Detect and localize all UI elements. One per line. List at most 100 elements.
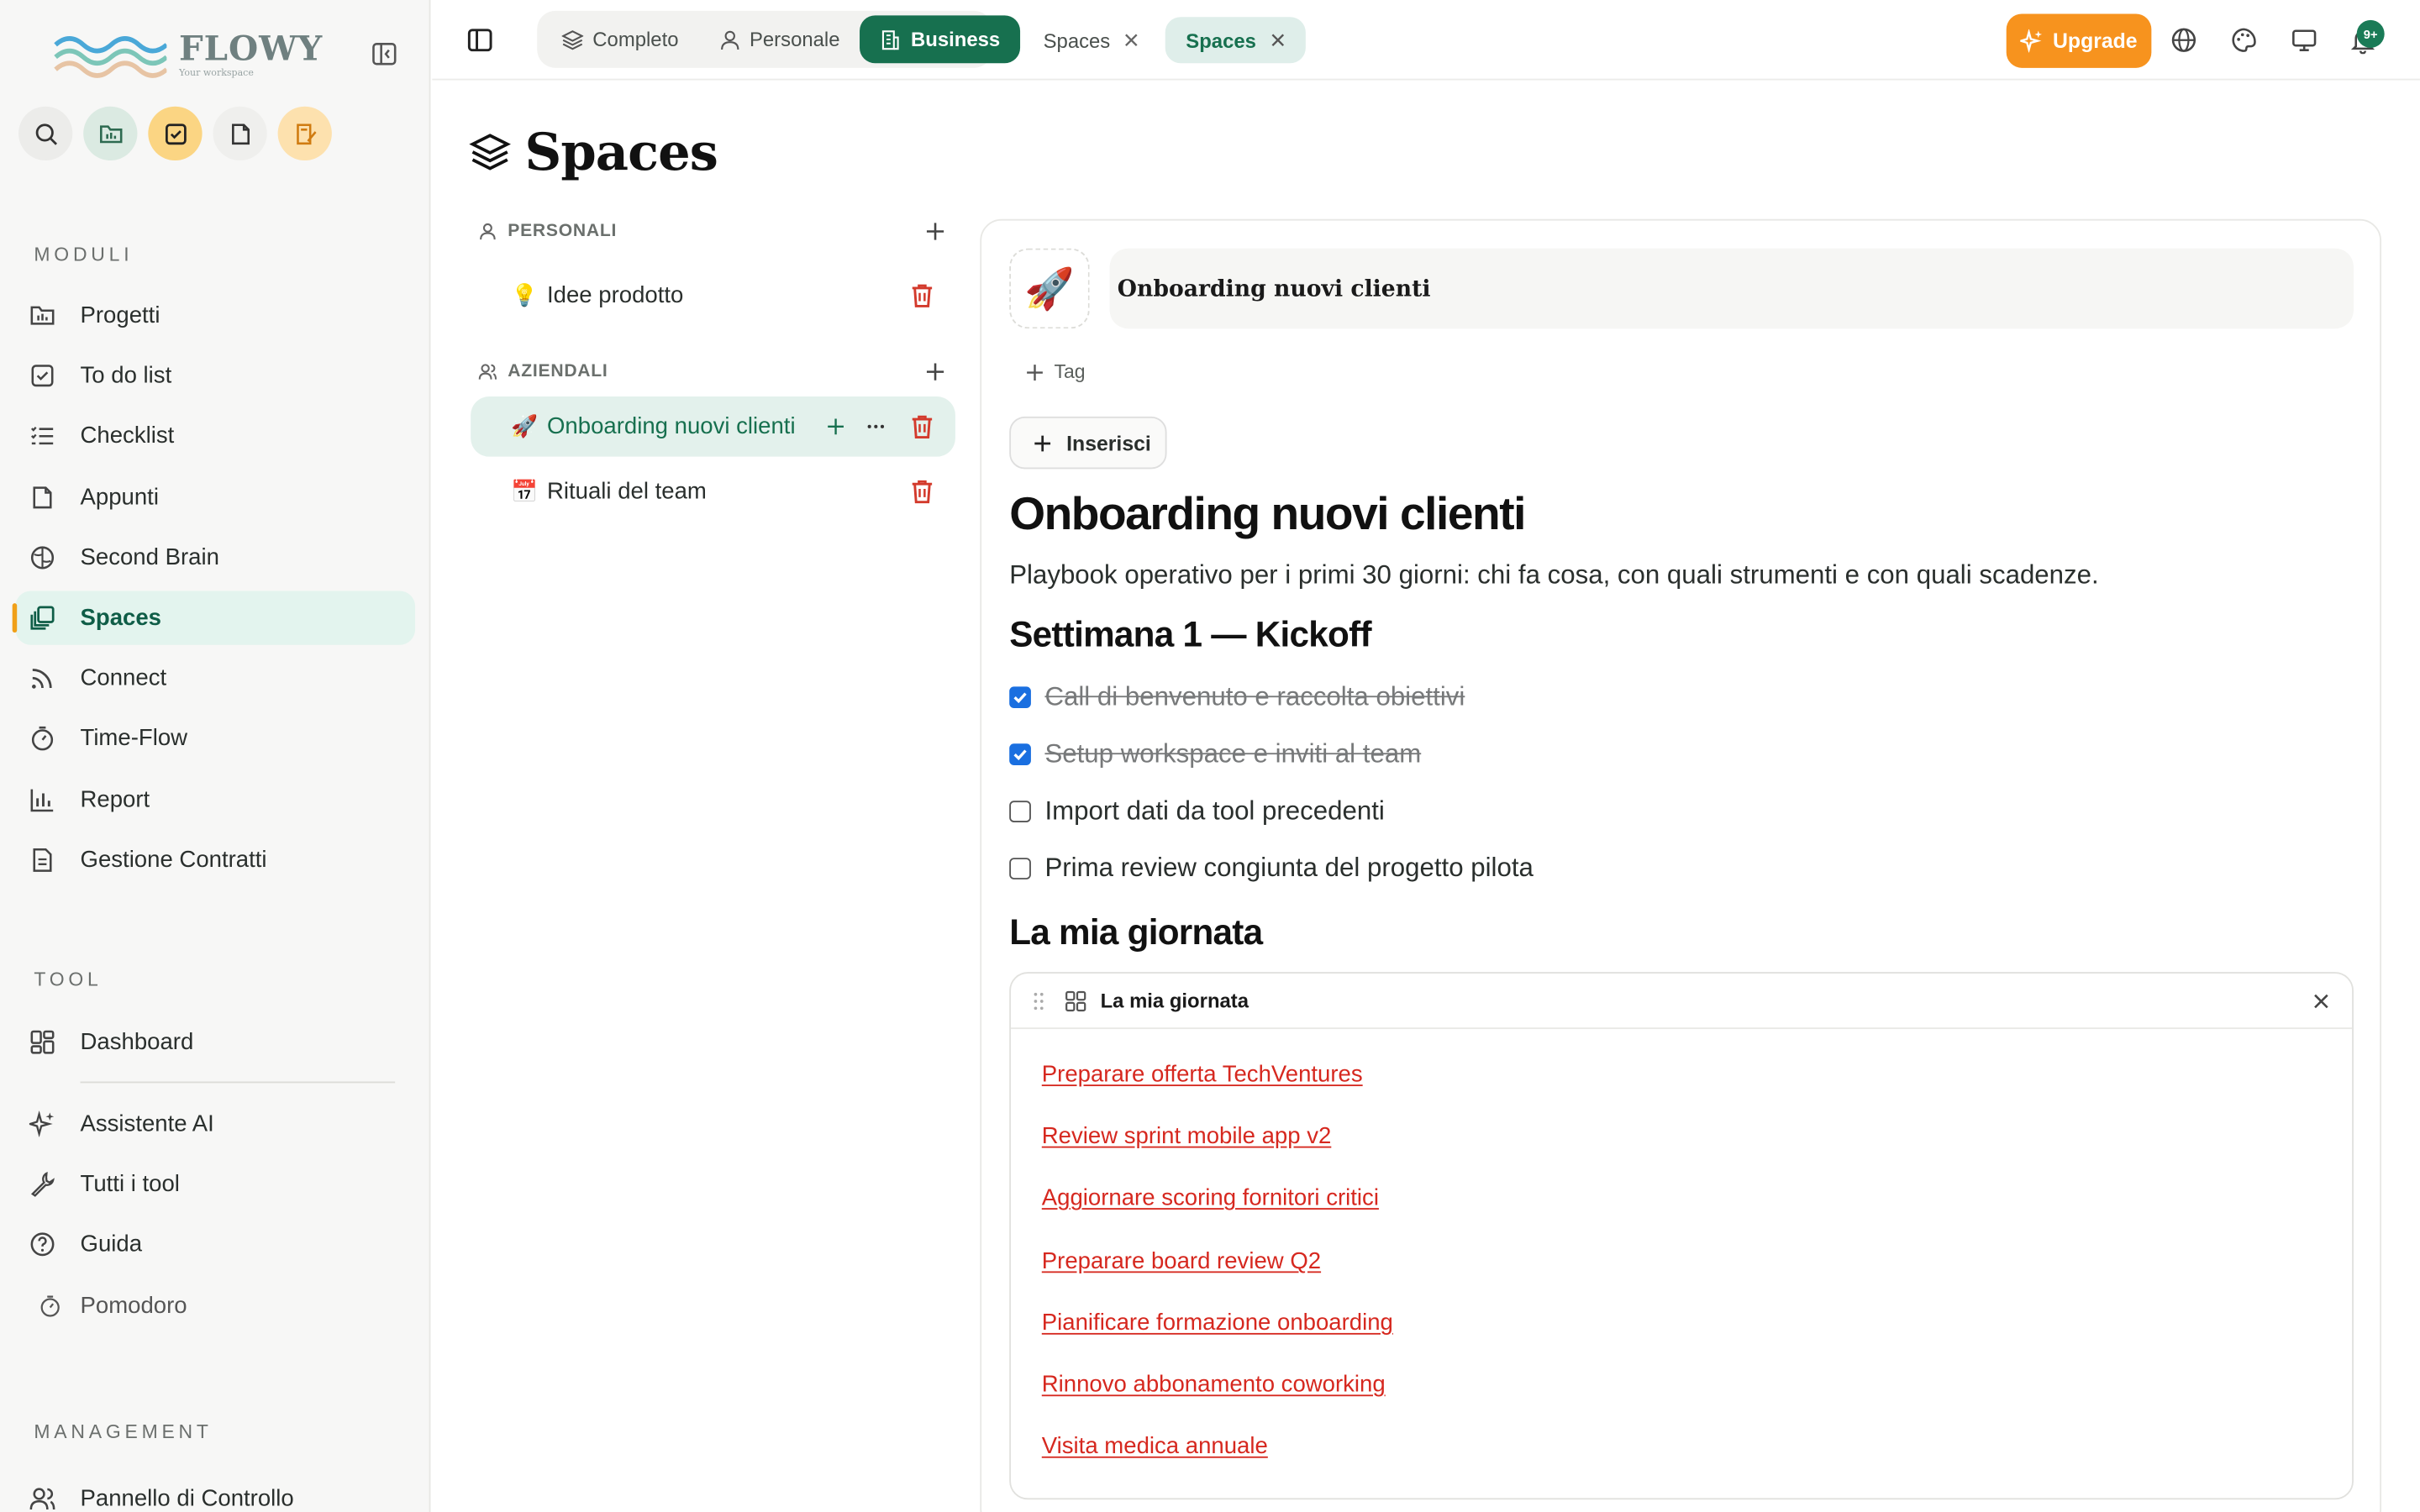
sidebar-item-second-brain[interactable]: Second Brain xyxy=(15,530,415,584)
task-link[interactable]: Aggiornare scoring fornitori critici xyxy=(1042,1185,1379,1211)
checklist-text: Import dati da tool precedenti xyxy=(1044,795,1385,826)
sidebar-item-dashboard[interactable]: Dashboard xyxy=(15,1016,415,1069)
checklist-item[interactable]: Import dati da tool precedenti xyxy=(1009,796,1385,827)
close-icon[interactable] xyxy=(2312,992,2330,1011)
search-icon xyxy=(34,123,57,144)
document-title-input[interactable]: Onboarding nuovi clienti xyxy=(1109,248,2354,329)
brand-logo[interactable]: FLOWY Your workspace xyxy=(52,24,323,86)
close-icon[interactable] xyxy=(1270,33,1285,48)
sidebar-item-appunti[interactable]: Appunti xyxy=(15,470,415,523)
checklist-text: Setup workspace e inviti al team xyxy=(1044,738,1422,769)
space-item-rituali-del-team[interactable]: 📅 Rituali del team xyxy=(471,461,955,522)
trash-icon[interactable] xyxy=(909,478,935,504)
trash-icon[interactable] xyxy=(909,282,935,308)
document-icon-picker[interactable]: 🚀 xyxy=(1009,248,1090,329)
trash-icon[interactable] xyxy=(909,413,935,439)
sidebar-item-label: Gestione Contratti xyxy=(80,846,267,873)
space-item-idee-prodotto[interactable]: 💡 Idee prodotto xyxy=(471,265,955,326)
dashboard-icon xyxy=(29,1030,54,1054)
sidebar-item-label: Guida xyxy=(80,1231,143,1258)
users-icon xyxy=(29,1488,55,1510)
sidebar-item-checklist[interactable]: Checklist xyxy=(15,409,415,463)
task-link[interactable]: Rinnovo abbonamento coworking xyxy=(1042,1372,1386,1398)
section-heading-giornata[interactable]: La mia giornata xyxy=(1009,911,1263,953)
tab-spaces[interactable]: Spaces xyxy=(1023,17,1160,63)
sidebar-item-label: Assistente AI xyxy=(80,1110,214,1137)
quick-notes-button[interactable] xyxy=(213,106,267,161)
checkbox-unchecked[interactable] xyxy=(1009,801,1031,822)
task-link[interactable]: Visita medica annuale xyxy=(1042,1433,1268,1459)
checkbox-checked[interactable] xyxy=(1009,743,1031,766)
page-title: Spaces xyxy=(469,118,718,186)
more-icon[interactable] xyxy=(865,417,886,437)
mode-business[interactable]: Business xyxy=(860,15,1021,64)
sidebar-item-tutti-i-tool[interactable]: Tutti i tool xyxy=(15,1158,415,1211)
checkbox-unchecked[interactable] xyxy=(1009,858,1031,879)
mode-switcher: Completo Personale Business xyxy=(537,10,1021,68)
tab-spaces-active[interactable]: Spaces xyxy=(1165,17,1306,64)
sidebar-item-pomodoro[interactable]: Pomodoro xyxy=(15,1278,415,1332)
space-item-onboarding-nuovi-clienti[interactable]: 🚀 Onboarding nuovi clienti xyxy=(471,396,955,457)
sidebar-item-connect[interactable]: Connect xyxy=(15,651,415,705)
checklist-item[interactable]: Prima review congiunta del progetto pilo… xyxy=(1009,853,1534,885)
insert-button[interactable]: Inserisci xyxy=(1009,416,1167,470)
tab-label: Spaces xyxy=(1186,28,1256,52)
layers-icon xyxy=(469,133,511,170)
sidebar-item-report[interactable]: Report xyxy=(15,772,415,826)
quick-edit-button[interactable] xyxy=(277,106,332,161)
sidebar-item-assistente-ai[interactable]: Assistente AI xyxy=(15,1097,415,1151)
mode-label: Personale xyxy=(749,28,840,51)
task-link[interactable]: Preparare board review Q2 xyxy=(1042,1248,1321,1274)
mode-completo[interactable]: Completo xyxy=(542,15,699,63)
monitor-icon[interactable] xyxy=(2291,26,2318,54)
section-heading-week1[interactable]: Settimana 1 — Kickoff xyxy=(1009,614,1371,656)
globe-icon[interactable] xyxy=(2170,26,2197,54)
sidebar-item-label: Pomodoro xyxy=(80,1292,187,1319)
sidebar-item-progetti[interactable]: Progetti xyxy=(15,288,415,342)
task-link[interactable]: Review sprint mobile app v2 xyxy=(1042,1123,1332,1149)
plus-icon[interactable] xyxy=(826,417,846,437)
add-tag-button[interactable]: Tag xyxy=(1025,361,1085,383)
tab-label: Spaces xyxy=(1043,28,1111,52)
quick-search-button[interactable] xyxy=(18,106,73,161)
palette-icon[interactable] xyxy=(2230,26,2258,54)
task-link[interactable]: Preparare offerta TechVentures xyxy=(1042,1062,1363,1088)
checklist-item[interactable]: Setup workspace e inviti al team xyxy=(1009,739,1421,770)
grid-icon xyxy=(1065,990,1086,1011)
note-icon xyxy=(32,486,51,508)
mode-label: Completo xyxy=(592,28,679,51)
plus-icon[interactable] xyxy=(924,221,946,243)
document-heading[interactable]: Onboarding nuovi clienti xyxy=(1009,489,1526,541)
page-title-text: Spaces xyxy=(524,121,718,181)
checklist-item[interactable]: Call di benvenuto e raccolta obiettivi xyxy=(1009,682,1465,713)
document-lead[interactable]: Playbook operativo per i primi 30 giorni… xyxy=(1009,560,2099,591)
upgrade-button[interactable]: Upgrade xyxy=(2006,13,2152,68)
space-label: Idee prodotto xyxy=(546,282,684,309)
panel-toggle-icon[interactable] xyxy=(466,26,494,54)
sidebar-collapse-icon[interactable] xyxy=(371,40,398,68)
mode-personale[interactable]: Personale xyxy=(698,15,860,63)
drag-handle-icon[interactable] xyxy=(1031,990,1046,1011)
sidebar-item-pannello-di-controllo[interactable]: Pannello di Controllo xyxy=(15,1472,415,1512)
sidebar-item-guida[interactable]: Guida xyxy=(15,1218,415,1272)
checkbox-checked[interactable] xyxy=(1009,686,1031,709)
plus-icon[interactable] xyxy=(924,361,946,383)
task-link[interactable]: Pianificare formazione onboarding xyxy=(1042,1310,1393,1336)
sidebar-item-label: Spaces xyxy=(80,604,162,632)
sidebar-item-gestione-contratti[interactable]: Gestione Contratti xyxy=(15,832,415,886)
space-emoji: 📅 xyxy=(510,478,538,503)
spaces-icon xyxy=(29,606,54,630)
group-aziendali: AZIENDALI xyxy=(471,354,955,391)
sidebar-item-time-flow[interactable]: Time-Flow xyxy=(15,711,415,765)
quick-projects-button[interactable] xyxy=(83,106,138,161)
brand-name: FLOWY xyxy=(179,29,324,70)
quick-todo-button[interactable] xyxy=(148,106,203,161)
close-icon[interactable] xyxy=(1124,33,1139,48)
sidebar-item-label: Dashboard xyxy=(80,1029,194,1056)
sidebar-item-spaces[interactable]: Spaces xyxy=(12,591,416,645)
quick-actions xyxy=(18,106,332,161)
nav-moduli: Progetti To do list Checklist Appunti Se… xyxy=(12,288,416,893)
brand-tagline: Your workspace xyxy=(179,67,254,79)
space-label: Rituali del team xyxy=(546,478,707,505)
sidebar-item-todo[interactable]: To do list xyxy=(15,349,415,402)
